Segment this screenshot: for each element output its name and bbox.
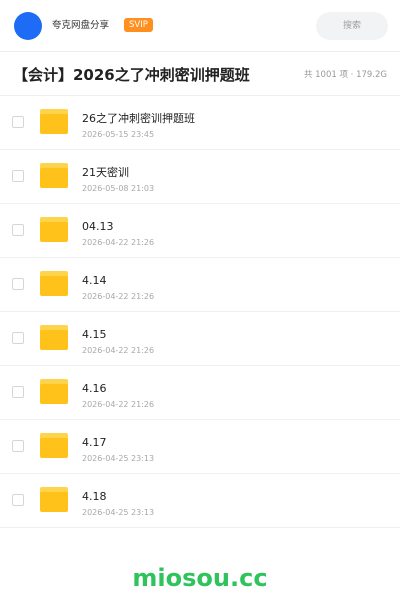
- file-row[interactable]: 4.16 2026-04-22 21:26: [0, 366, 400, 420]
- file-date: 2026-04-22 21:26: [82, 346, 155, 355]
- file-row[interactable]: 21天密训 2026-05-08 21:03: [0, 150, 400, 204]
- header: 夸克网盘分享 SVIP: [0, 0, 400, 52]
- file-date: 2026-04-22 21:26: [82, 292, 155, 301]
- share-summary: 共 1001 项 · 179.2G: [303, 70, 387, 80]
- user-name[interactable]: 夸克网盘分享: [52, 19, 109, 33]
- file-name[interactable]: 4.14: [82, 274, 107, 288]
- folder-icon: [40, 163, 68, 188]
- file-name[interactable]: 4.15: [82, 328, 107, 342]
- file-date: 2026-04-22 21:26: [82, 400, 155, 409]
- file-row[interactable]: 4.17 2026-04-25 23:13: [0, 420, 400, 474]
- file-row[interactable]: 04.13 2026-04-22 21:26: [0, 204, 400, 258]
- file-date: 2026-05-08 21:03: [82, 184, 155, 193]
- checkbox[interactable]: [12, 170, 24, 182]
- file-date: 2026-04-25 23:13: [82, 454, 155, 463]
- folder-icon: [40, 271, 68, 296]
- share-title-row: 【会计】2026之了冲刺密训押题班 共 1001 项 · 179.2G: [0, 52, 400, 96]
- file-date: 2026-04-22 21:26: [82, 238, 155, 247]
- watermark: miosou.cc: [132, 564, 268, 592]
- folder-icon: [40, 325, 68, 350]
- file-name[interactable]: 4.18: [82, 490, 107, 504]
- share-page: 夸克网盘分享 SVIP 【会计】2026之了冲刺密训押题班 共 1001 项 ·…: [0, 0, 400, 600]
- checkbox[interactable]: [12, 332, 24, 344]
- file-list: 26之了冲刺密训押题班 2026-05-15 23:45 21天密训 2026-…: [0, 96, 400, 528]
- checkbox[interactable]: [12, 116, 24, 128]
- folder-icon: [40, 217, 68, 242]
- file-name[interactable]: 26之了冲刺密训押题班: [82, 112, 195, 126]
- file-row[interactable]: 4.15 2026-04-22 21:26: [0, 312, 400, 366]
- file-row[interactable]: 4.18 2026-04-25 23:13: [0, 474, 400, 528]
- folder-icon: [40, 379, 68, 404]
- folder-icon: [40, 487, 68, 512]
- checkbox[interactable]: [12, 494, 24, 506]
- checkbox[interactable]: [12, 224, 24, 236]
- folder-icon: [40, 109, 68, 134]
- file-row[interactable]: 26之了冲刺密训押题班 2026-05-15 23:45: [0, 96, 400, 150]
- file-name[interactable]: 21天密训: [82, 166, 129, 180]
- page-title: 【会计】2026之了冲刺密训押题班: [13, 66, 250, 84]
- file-name[interactable]: 4.17: [82, 436, 107, 450]
- svip-badge: SVIP: [124, 18, 153, 32]
- file-name[interactable]: 4.16: [82, 382, 107, 396]
- file-date: 2026-05-15 23:45: [82, 130, 155, 139]
- checkbox[interactable]: [12, 386, 24, 398]
- file-name[interactable]: 04.13: [82, 220, 114, 234]
- folder-icon: [40, 433, 68, 458]
- avatar[interactable]: [14, 12, 42, 40]
- file-date: 2026-04-25 23:13: [82, 508, 155, 517]
- file-row[interactable]: 4.14 2026-04-22 21:26: [0, 258, 400, 312]
- search-input[interactable]: [316, 12, 388, 40]
- checkbox[interactable]: [12, 278, 24, 290]
- checkbox[interactable]: [12, 440, 24, 452]
